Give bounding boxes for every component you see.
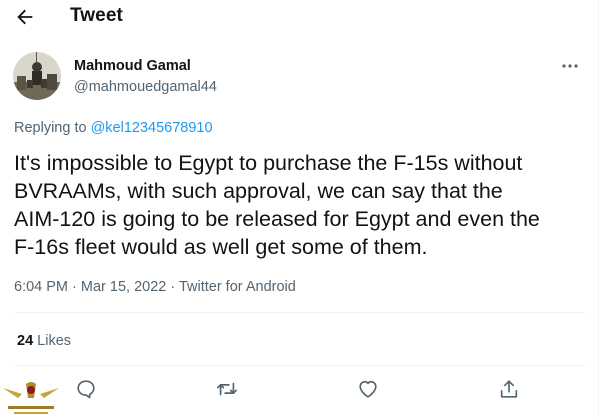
replying-to-handle-link[interactable]: @kel12345678910 [91, 120, 213, 136]
replying-to-label: Replying to [14, 120, 87, 136]
author-handle[interactable]: @mahmouedgamal44 [74, 79, 217, 95]
like-icon[interactable] [357, 378, 381, 402]
divider [14, 312, 586, 313]
likes-count: 24 [17, 333, 34, 349]
author-name[interactable]: Mahmoud Gamal [74, 58, 191, 74]
header: Tweet [0, 0, 598, 34]
likes-stat[interactable]: 24 Likes [17, 333, 71, 349]
replying-to-line: Replying to @kel12345678910 [14, 120, 213, 136]
forum-watermark-logo [0, 376, 62, 418]
share-icon[interactable] [498, 378, 522, 402]
tweet-page: Tweet Mahmoud Gamal @mahmouedgamal44 Rep… [0, 0, 599, 418]
more-options-icon[interactable] [560, 56, 580, 76]
avatar[interactable] [13, 52, 61, 100]
divider [14, 365, 586, 366]
tweet-timestamp[interactable]: 6:04 PM · Mar 15, 2022 · Twitter for And… [14, 279, 296, 295]
retweet-icon[interactable] [216, 378, 240, 402]
reply-icon[interactable] [75, 378, 99, 402]
page-title: Tweet [70, 5, 123, 26]
likes-label: Likes [37, 333, 72, 349]
tweet-text: It's impossible to Egypt to purchase the… [14, 151, 540, 259]
back-arrow-icon[interactable] [14, 6, 36, 28]
